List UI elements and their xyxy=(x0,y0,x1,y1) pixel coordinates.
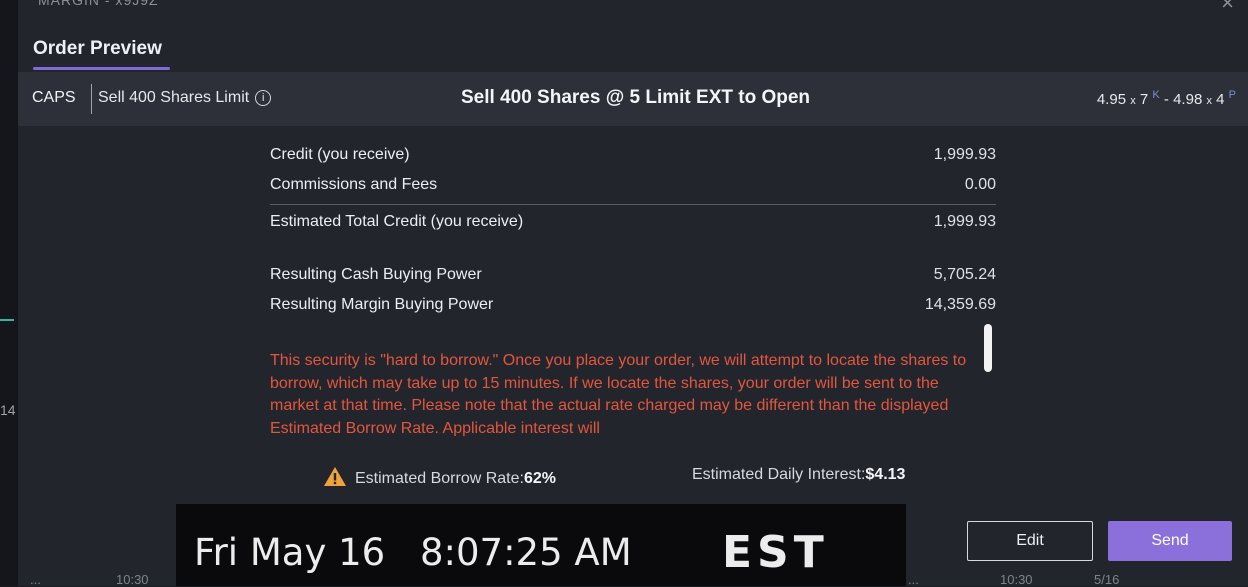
quote-dash: - xyxy=(1163,91,1169,108)
borrow-rate-value: 62% xyxy=(523,470,556,487)
timestamp-date: Fri May 16 xyxy=(194,531,386,574)
edit-button[interactable]: Edit xyxy=(967,521,1093,561)
order-type-text: Sell 400 Shares Limit xyxy=(98,89,250,106)
row-label: Commissions and Fees xyxy=(270,176,438,193)
close-icon[interactable]: × xyxy=(1221,0,1234,16)
warning-triangle-icon xyxy=(323,466,347,492)
divider xyxy=(91,84,92,114)
ask-exchange: P xyxy=(1228,89,1236,101)
borrow-rate: Estimated Borrow Rate:62% xyxy=(323,466,556,492)
background-axis-label: ... xyxy=(908,572,919,587)
background-chart-left xyxy=(0,0,18,586)
row-value: 1,999.93 xyxy=(933,146,996,163)
background-price-line xyxy=(0,319,14,321)
order-summary-title: Sell 400 Shares @ 5 Limit EXT to Open xyxy=(461,87,811,108)
warning-text: This security is "hard to borrow." Once … xyxy=(270,352,967,436)
hard-to-borrow-warning: This security is "hard to borrow." Once … xyxy=(270,350,986,436)
daily-interest-value: $4.13 xyxy=(865,466,906,483)
bid-size: 7 xyxy=(1139,91,1149,108)
background-axis-label: ... xyxy=(30,572,41,587)
background-axis-label: 14 xyxy=(0,402,16,418)
row-value: 14,359.69 xyxy=(924,296,996,313)
row-value: 1,999.93 xyxy=(933,213,996,230)
row-label: Credit (you receive) xyxy=(270,146,410,163)
ask-x: x xyxy=(1206,95,1212,107)
active-tab-indicator xyxy=(33,67,170,70)
row-label: Resulting Cash Buying Power xyxy=(270,266,482,283)
order-preview-dialog: MARGIN - x9J9Z × Order Preview CAPS Sell… xyxy=(18,0,1248,586)
daily-interest: Estimated Daily Interest:$4.13 xyxy=(692,466,905,484)
daily-interest-label: Estimated Daily Interest: xyxy=(692,466,866,483)
timestamp-overlay: Fri May 16 8:07:25 AM EST xyxy=(176,504,906,586)
timestamp-zone: EST xyxy=(722,527,829,578)
order-summary-bar: CAPS Sell 400 Shares Limit i Sell 400 Sha… xyxy=(18,72,1248,126)
borrow-rate-label: Estimated Borrow Rate: xyxy=(355,470,524,487)
ask-price: 4.98 xyxy=(1173,91,1203,108)
row-label: Estimated Total Credit (you receive) xyxy=(270,213,524,230)
account-label: MARGIN - x9J9Z xyxy=(38,0,159,8)
bid-price: 4.95 xyxy=(1096,91,1127,108)
row-value: 0.00 xyxy=(964,176,996,193)
background-axis-label: 10:30 xyxy=(116,572,149,587)
bid-x: x xyxy=(1130,95,1136,107)
background-axis-label: 5/16 xyxy=(1094,572,1120,587)
divider xyxy=(270,204,996,205)
bid-exchange: K xyxy=(1152,89,1160,101)
background-axis-label: 10:30 xyxy=(1000,572,1033,587)
ask-size: 4 xyxy=(1216,91,1225,108)
order-type-label: Sell 400 Shares Limit i xyxy=(98,89,272,107)
row-label: Resulting Margin Buying Power xyxy=(270,296,494,313)
tab-order-preview[interactable]: Order Preview xyxy=(33,38,162,60)
symbol-label: CAPS xyxy=(32,89,76,106)
send-button[interactable]: Send xyxy=(1108,521,1232,561)
info-icon[interactable]: i xyxy=(255,90,272,106)
bid-ask-quote: 4.95 x 7 K - 4.98 x 4 P xyxy=(1097,89,1236,108)
row-value: 5,705.24 xyxy=(933,266,996,283)
timestamp-time: 8:07:25 AM xyxy=(420,531,632,574)
